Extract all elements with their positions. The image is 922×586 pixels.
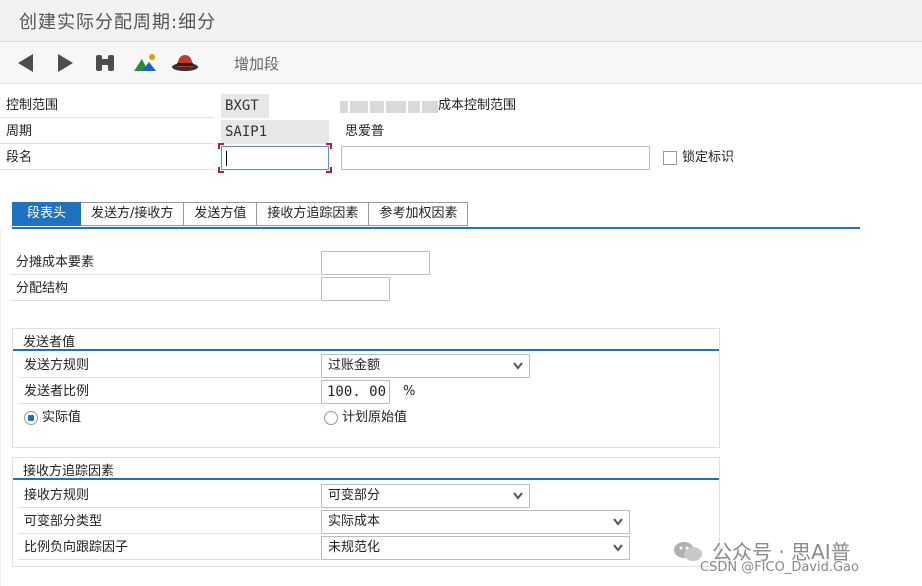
sender-share-label: 发送者比例 — [18, 380, 320, 404]
controlling-area-label: 控制范围 — [0, 94, 214, 118]
binoculars-icon — [96, 55, 114, 71]
neg-tracing-select[interactable]: 未规范化 — [321, 536, 630, 560]
focus-corner — [326, 143, 332, 149]
focus-corner — [326, 167, 332, 173]
picture-icon — [134, 54, 156, 71]
forward-button[interactable] — [52, 50, 78, 76]
segment-desc-input[interactable] — [341, 146, 650, 170]
chevron-down-icon — [513, 492, 523, 500]
receiver-rule-select[interactable]: 可变部分 — [321, 484, 530, 508]
triangle-left-icon — [18, 54, 33, 72]
chevron-down-icon — [513, 362, 523, 370]
tab-strip: 段表头 发送方/接收方 发送方值 接收方追踪因素 参考加权因素 — [12, 202, 469, 226]
title-bar: 创建实际分配周期:细分 — [0, 0, 922, 42]
neg-tracing-label: 比例负向跟踪因子 — [18, 536, 320, 560]
hat-icon — [172, 55, 198, 71]
alloc-cost-element-input[interactable] — [321, 251, 430, 275]
var-portion-type-label: 可变部分类型 — [18, 510, 320, 534]
tab-receiver-tracing[interactable]: 接收方追踪因素 — [257, 202, 370, 226]
focus-corner — [218, 167, 224, 173]
select-value: 可变部分 — [328, 488, 381, 503]
tab-sender-receiver[interactable]: 发送方/接收方 — [81, 202, 185, 226]
lock-label: 锁定标识 — [682, 150, 735, 165]
lock-checkbox[interactable] — [663, 151, 677, 165]
percent-unit: % — [403, 384, 416, 399]
receiver-rule-label: 接收方规则 — [18, 484, 320, 508]
radio-actual-label: 实际值 — [42, 410, 82, 425]
blurred-text — [340, 96, 438, 118]
group-underline — [13, 349, 719, 351]
select-value: 实际成本 — [328, 514, 381, 529]
cycle-label: 周期 — [0, 120, 214, 144]
csdn-watermark: CSDN @FICO_David.Gao — [700, 560, 859, 575]
radio-actual[interactable] — [24, 411, 38, 425]
sender-rule-select[interactable]: 过账金额 — [321, 354, 530, 378]
alloc-cost-element-label: 分摊成本要素 — [10, 251, 320, 275]
group-title: 接收方追踪因素 — [23, 464, 115, 479]
controlling-area-desc: 成本控制范围 — [438, 98, 517, 113]
select-value: 过账金额 — [328, 358, 381, 373]
alloc-structure-label: 分配结构 — [10, 277, 320, 301]
controlling-area-field[interactable]: BXGT — [221, 94, 269, 118]
radio-plan[interactable] — [324, 411, 338, 425]
add-segment-button[interactable]: 增加段 — [234, 53, 279, 74]
cycle-desc: 思爱普 — [345, 124, 385, 139]
select-value: 未规范化 — [328, 540, 381, 555]
segment-label: 段名 — [0, 146, 214, 170]
sender-share-input[interactable]: 100. 00 — [321, 380, 390, 404]
back-button[interactable] — [12, 50, 38, 76]
group-title: 发送者值 — [23, 335, 76, 350]
alloc-structure-input[interactable] — [321, 277, 390, 301]
radio-plan-label: 计划原始值 — [342, 410, 408, 425]
focus-corner — [218, 143, 224, 149]
chevron-down-icon — [613, 518, 623, 526]
window-title: 创建实际分配周期:细分 — [19, 12, 217, 33]
var-portion-type-select[interactable]: 实际成本 — [321, 510, 630, 534]
hat-button[interactable] — [170, 50, 200, 76]
toolbar: 增加段 — [0, 42, 922, 84]
picture-button[interactable] — [132, 50, 158, 76]
find-button[interactable] — [92, 50, 118, 76]
tab-segment-header[interactable]: 段表头 — [12, 202, 82, 226]
wechat-icon — [674, 541, 702, 561]
tab-sender-values[interactable]: 发送方值 — [184, 202, 258, 226]
text-caret — [226, 151, 227, 166]
sender-rule-label: 发送方规则 — [18, 354, 320, 378]
cycle-field[interactable]: SAIP1 — [221, 120, 329, 144]
triangle-right-icon — [58, 54, 73, 72]
segment-name-input[interactable] — [221, 146, 329, 170]
chevron-down-icon — [613, 544, 623, 552]
group-underline — [13, 478, 719, 480]
tab-ref-weighting[interactable]: 参考加权因素 — [369, 202, 469, 226]
